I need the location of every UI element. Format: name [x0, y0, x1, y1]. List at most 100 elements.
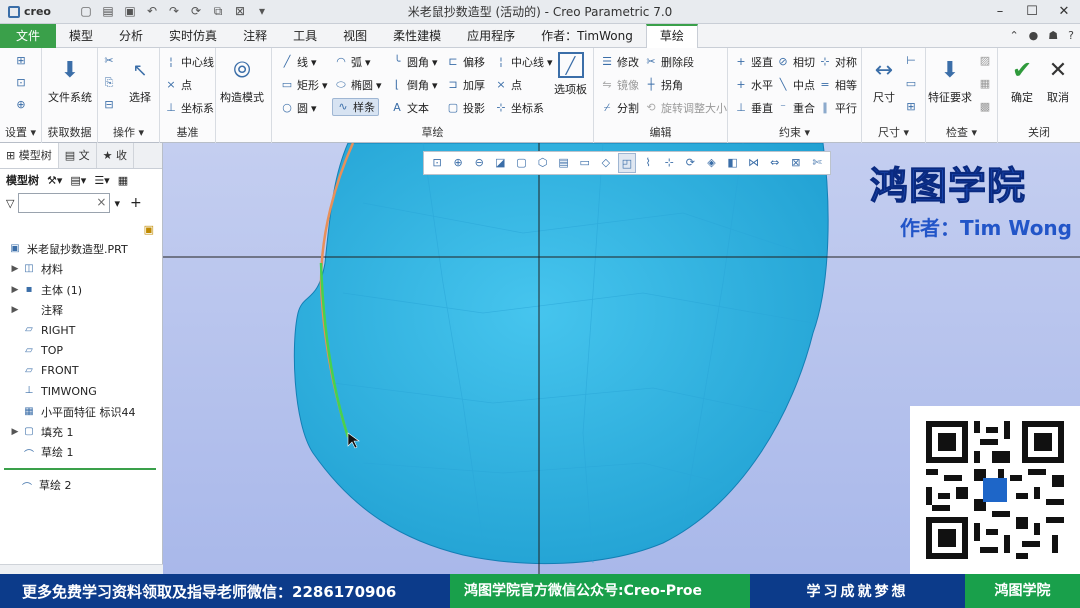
palette-button[interactable]: ╱ 选项板 [554, 52, 587, 97]
tree-item[interactable]: ▱ TOP [0, 340, 163, 360]
expand-arrow-icon[interactable]: ▶ [8, 264, 22, 274]
reference-dim-icon[interactable]: ▭ [904, 77, 918, 91]
select-button[interactable]: ↖ 选择 [124, 54, 156, 105]
corner-button[interactable]: ┼ 拐角 [644, 77, 683, 93]
tree-item[interactable]: ▱ RIGHT [0, 320, 163, 340]
tab-sketch[interactable]: 草绘 [645, 23, 698, 48]
vertex-display-icon[interactable]: ⊠ [787, 153, 805, 173]
dimension-display-icon[interactable]: ⇔ [766, 153, 784, 173]
tree-item[interactable]: ▶ 注释 [0, 300, 163, 320]
zoom-in-icon[interactable]: ⊕ [449, 153, 467, 173]
tab-favorites[interactable]: ★ 收 [97, 143, 134, 168]
filter-tree-icon[interactable]: ▦ [118, 174, 128, 187]
expand-arrow-icon[interactable]: ▶ [8, 285, 22, 295]
datum-point-button[interactable]: × 点 [164, 77, 192, 93]
sketch-view-icon[interactable]: ◇ [597, 153, 615, 173]
tree-extra-icon[interactable]: ▣ [144, 223, 154, 236]
lock-display-icon[interactable]: ✄ [808, 153, 826, 173]
tree-item[interactable]: ⊥ TIMWONG [0, 381, 163, 401]
view-manager-icon[interactable]: ▤ [555, 153, 573, 173]
settings-icon[interactable]: ☗ [1048, 29, 1058, 42]
annotation-display-icon[interactable]: ⊹ [660, 153, 678, 173]
tree-item[interactable]: ⌒ 草绘 1 [0, 442, 163, 462]
dimension-button[interactable]: ↔ 尺寸 [868, 54, 900, 105]
tangent-constraint-button[interactable]: ⊘ 相切 [776, 54, 815, 70]
tree-item[interactable]: ▶ ◫ 材料 [0, 259, 163, 279]
zoom-out-icon[interactable]: ⊖ [470, 153, 488, 173]
offset-button[interactable]: ⊏ 偏移 [446, 54, 485, 70]
arc-button[interactable]: ◠ 弧 ▾ [334, 54, 370, 70]
file-system-button[interactable]: ⬇ 文件系统 [48, 54, 92, 105]
cancel-button[interactable]: ✕ 取消 [1042, 54, 1074, 105]
horizontal-constraint-button[interactable]: + 水平 [734, 77, 773, 93]
group-operations-label[interactable]: 操作 ▾ [98, 124, 159, 140]
file-menu[interactable]: 文件 [0, 23, 57, 48]
thicken-button[interactable]: ⊐ 加厚 [446, 77, 485, 93]
regenerate-icon[interactable]: ⟳ [188, 4, 204, 19]
tab-flexible-modeling[interactable]: 柔性建模 [380, 24, 454, 48]
construction-mode-button[interactable]: ⦾ 构造模式 [220, 54, 264, 105]
overlap-icon[interactable]: ▨ [978, 54, 992, 68]
datum-centerline-button[interactable]: ¦ 中心线 [164, 54, 214, 70]
sketch-point-button[interactable]: × 点 [494, 77, 522, 93]
constraint-display-icon[interactable]: ⋈ [745, 153, 763, 173]
expand-arrow-icon[interactable]: ▶ [8, 305, 22, 315]
sketch-view-icon[interactable]: ⊕ [14, 98, 28, 112]
ellipse-button[interactable]: ⬭ 椭圆 ▾ [334, 77, 381, 93]
refit-icon[interactable]: ⊡ [428, 153, 446, 173]
parallel-constraint-button[interactable]: ∥ 平行 [818, 100, 857, 116]
tree-search-input[interactable]: × [18, 193, 111, 213]
divide-button[interactable]: ⌿ 分割 [600, 100, 639, 116]
coincident-constraint-button[interactable]: ⁻ 重合 [776, 100, 815, 116]
project-button[interactable]: ▢ 投影 [446, 100, 485, 116]
baseline-icon[interactable]: ⊢ [904, 54, 918, 68]
group-inspect-label[interactable]: 检查 ▾ [926, 124, 997, 140]
shade-closed-icon[interactable]: ▦ [978, 77, 992, 91]
spline-button[interactable]: ∿ 样条 [332, 98, 379, 116]
references-icon[interactable]: ⊡ [14, 76, 28, 90]
datum-display-icon[interactable]: ⌇ [639, 153, 657, 173]
tree-item[interactable]: ▦ 小平面特征 标识44 [0, 401, 163, 421]
fillet-button[interactable]: ╰ 圆角 ▾ [390, 54, 438, 70]
hidden-line-icon[interactable]: ◧ [724, 153, 742, 173]
paste-icon[interactable]: ⊟ [102, 98, 116, 112]
equal-constraint-button[interactable]: = 相等 [818, 77, 857, 93]
tab-applications[interactable]: 应用程序 [454, 24, 528, 48]
perimeter-icon[interactable]: ⊞ [904, 100, 918, 114]
sketch-csys-button[interactable]: ⊹ 坐标系 [494, 100, 544, 116]
tab-view[interactable]: 视图 [330, 24, 380, 48]
help-icon[interactable]: ? [1068, 29, 1074, 42]
open-ends-icon[interactable]: ▩ [978, 100, 992, 114]
ok-button[interactable]: ✔ 确定 [1006, 54, 1038, 105]
save-icon[interactable]: ▣ [122, 4, 138, 19]
close-button[interactable]: ✕ [1048, 0, 1080, 24]
tab-model[interactable]: 模型 [56, 24, 106, 48]
circle-button[interactable]: ○ 圆 ▾ [280, 100, 316, 116]
mirror-button[interactable]: ⇋ 镜像 [600, 77, 639, 93]
tab-model-tree[interactable]: ⊞ 模型树 [0, 143, 59, 168]
tree-scrollbar[interactable] [0, 564, 163, 574]
clear-search-icon[interactable]: × [96, 195, 106, 209]
search-help-icon[interactable]: ● [1029, 29, 1039, 42]
feature-requirements-button[interactable]: ⬇ 特征要求 [928, 54, 972, 105]
cut-icon[interactable]: ✂ [102, 54, 116, 68]
tab-folder-browser[interactable]: ▤ 文 [59, 143, 97, 168]
minimize-button[interactable]: – [984, 0, 1016, 24]
group-dimension-label[interactable]: 尺寸 ▾ [862, 124, 925, 140]
show-icon[interactable]: ▤▾ [70, 174, 86, 187]
maximize-button[interactable]: ☐ [1016, 0, 1048, 24]
modify-button[interactable]: ☰ 修改 [600, 54, 639, 70]
copy-icon[interactable]: ⎘ [102, 76, 116, 90]
tab-analysis[interactable]: 分析 [106, 24, 156, 48]
tree-item[interactable]: ▶ ▪ 主体 (1) [0, 280, 163, 300]
perspective-icon[interactable]: ▭ [576, 153, 594, 173]
shade-icon[interactable]: ◈ [702, 153, 720, 173]
group-constraint-label[interactable]: 约束 ▾ [728, 124, 861, 140]
group-setup-label[interactable]: 设置 ▾ [0, 124, 41, 140]
symmetric-constraint-button[interactable]: ⊹ 对称 [818, 54, 857, 70]
line-button[interactable]: ╱ 线 ▾ [280, 54, 317, 70]
collapse-ribbon-icon[interactable]: ⌃ [1009, 29, 1018, 42]
tree-item[interactable]: ▱ FRONT [0, 361, 163, 381]
rectangle-button[interactable]: ▭ 矩形 ▾ [280, 77, 328, 93]
columns-icon[interactable]: ☰▾ [94, 174, 109, 187]
